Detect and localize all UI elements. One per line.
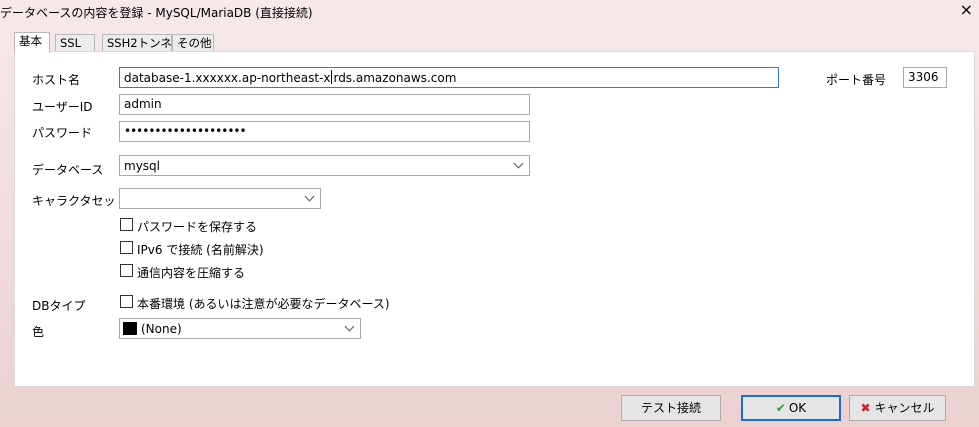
tab-other[interactable]: その他: [172, 34, 214, 52]
database-dropdown[interactable]: mysql: [119, 155, 530, 176]
ok-label: OK: [788, 401, 807, 415]
compress-checkbox[interactable]: [120, 264, 133, 277]
ok-button[interactable]: ✔ OK: [741, 395, 841, 421]
color-dropdown[interactable]: (None): [119, 318, 361, 339]
chevron-down-icon: [304, 191, 315, 202]
cancel-button[interactable]: ✖ キャンセル: [849, 395, 946, 421]
host-label: ホスト名: [32, 73, 81, 87]
color-swatch: [123, 322, 137, 335]
ipv6-checkbox[interactable]: [120, 241, 133, 254]
host-input[interactable]: database-1.xxxxxx.ap-northeast-x rds.amaz…: [119, 67, 779, 88]
tab-ssl[interactable]: SSL: [55, 34, 95, 52]
chevron-down-icon: [344, 321, 355, 332]
chevron-down-icon: [513, 158, 524, 169]
host-value-end: rds.amazonaws.com: [333, 71, 457, 85]
checkmark-icon: ✔: [775, 401, 786, 415]
test-connection-button[interactable]: テスト接続: [621, 395, 721, 421]
tab-ssh2-tunnel[interactable]: SSH2トンネル: [102, 34, 183, 52]
port-input[interactable]: 3306: [903, 67, 947, 88]
test-connection-label: テスト接続: [640, 401, 701, 415]
basic-settings-panel: ホスト名 database-1.xxxxxx.ap-northeast-x rds…: [14, 51, 975, 387]
charset-dropdown[interactable]: [119, 188, 321, 209]
tab-basic[interactable]: 基本: [14, 32, 50, 53]
color-value: (None): [141, 322, 182, 336]
db-type-label: DBタイプ: [32, 299, 86, 313]
production-label: 本番環境 (あるいは注意が必要なデータベース): [137, 297, 390, 311]
compress-label: 通信内容を圧縮する: [137, 266, 246, 280]
title-bar: データベースの内容を登録 - MySQL/MariaDB (直接接続) ×: [0, 0, 979, 24]
color-label: 色: [32, 325, 45, 339]
ipv6-label: IPv6 で接続 (名前解決): [137, 243, 264, 257]
database-label: データベース: [32, 163, 104, 177]
user-id-label: ユーザーID: [32, 100, 93, 114]
close-icon[interactable]: ×: [960, 1, 973, 19]
port-label: ポート番号: [826, 73, 887, 87]
host-value-start: database-1.xxxxxx.ap-northeast-x: [124, 71, 331, 85]
cancel-x-icon: ✖: [860, 401, 871, 415]
user-id-input[interactable]: admin: [119, 94, 530, 115]
production-checkbox[interactable]: [120, 295, 133, 308]
database-value: mysql: [124, 159, 160, 173]
password-label: パスワード: [32, 126, 93, 140]
cancel-label: キャンセル: [874, 401, 935, 415]
save-password-checkbox[interactable]: [120, 218, 133, 231]
save-password-label: パスワードを保存する: [137, 220, 258, 234]
password-input[interactable]: ••••••••••••••••••••: [119, 121, 530, 142]
charset-label: キャラクタセット: [32, 194, 128, 208]
window-title: データベースの内容を登録 - MySQL/MariaDB (直接接続): [0, 6, 313, 20]
